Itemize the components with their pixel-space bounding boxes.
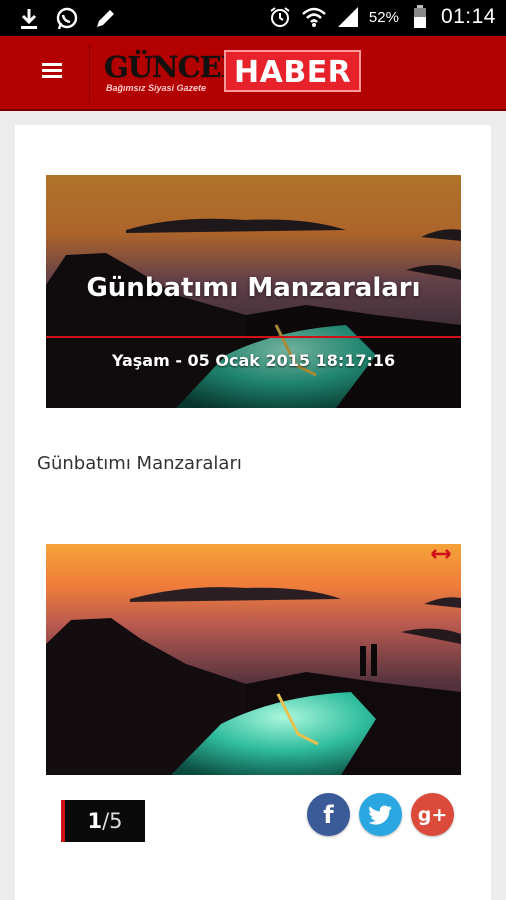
google-plus-share-button[interactable]: g+ [411, 793, 454, 836]
pager-current: 1 [87, 809, 103, 833]
title-divider [46, 336, 461, 338]
header-divider [89, 44, 90, 103]
pager-separator: / [102, 809, 110, 833]
battery-percent: 52% [368, 8, 399, 26]
twitter-share-button[interactable] [359, 793, 402, 836]
app-header: GÜNCEL Bağımsız Siyasi Gazete HABER [0, 36, 506, 111]
system-indicators: 52% 01:14 [267, 4, 496, 30]
twitter-icon [368, 805, 392, 825]
download-icon [16, 6, 42, 32]
logo-guncel: GÜNCEL [104, 50, 241, 84]
gallery-pager: 1/5 [61, 800, 145, 842]
pager-total: 5 [109, 809, 123, 833]
logo-haber: HABER [224, 50, 362, 92]
wifi-icon [301, 4, 327, 30]
article-meta: Yaşam - 05 Ocak 2015 18:17:16 [111, 351, 396, 370]
expand-arrows-icon[interactable] [431, 547, 451, 561]
whatsapp-icon [54, 6, 80, 32]
signal-icon [335, 4, 361, 30]
gallery-image[interactable] [46, 544, 461, 775]
hero-image: Günbatımı Manzaraları Yaşam - 05 Ocak 20… [46, 175, 461, 408]
facebook-icon: f [323, 800, 334, 829]
status-bar: 52% 01:14 [0, 0, 506, 36]
battery-icon [407, 4, 433, 30]
clock: 01:14 [440, 5, 496, 28]
article-title: Günbatımı Manzaraları [86, 273, 421, 303]
article-card: Günbatımı Manzaraları Yaşam - 05 Ocak 20… [15, 125, 491, 900]
gallery-photo [46, 544, 461, 775]
pencil-icon [92, 6, 118, 32]
google-plus-icon: g+ [417, 803, 448, 826]
site-logo[interactable]: GÜNCEL Bağımsız Siyasi Gazete HABER [104, 50, 366, 100]
logo-tagline: Bağımsız Siyasi Gazete [106, 83, 207, 93]
notification-icons [16, 6, 118, 32]
alarm-icon [267, 4, 293, 30]
article-summary: Günbatımı Manzaraları [37, 453, 242, 474]
hamburger-menu-icon[interactable] [26, 60, 78, 88]
facebook-share-button[interactable]: f [307, 793, 350, 836]
